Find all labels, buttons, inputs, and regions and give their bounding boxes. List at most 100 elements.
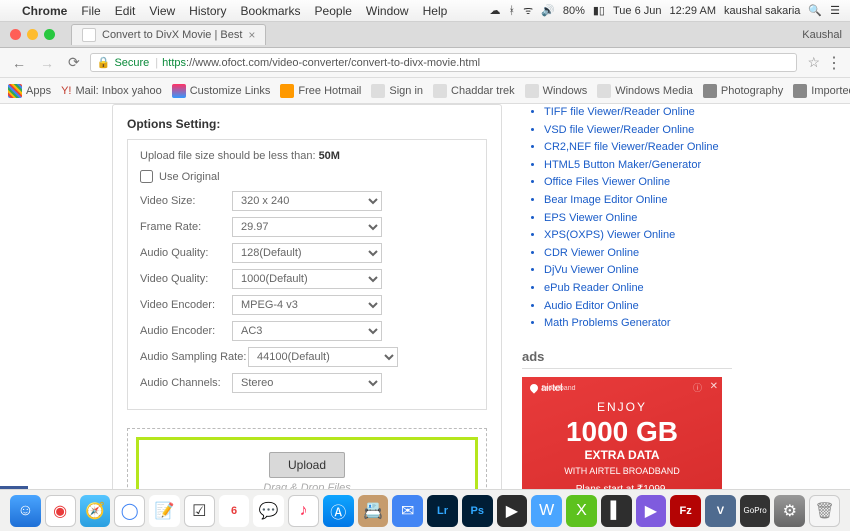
volume-icon[interactable]: 🔊 (541, 4, 555, 17)
dock-filezilla-icon[interactable]: Fz (670, 495, 701, 527)
use-original-checkbox[interactable] (140, 170, 153, 183)
tab-title: Convert to DivX Movie | Best (102, 29, 242, 41)
bluetooth-icon[interactable]: ᚼ (508, 5, 515, 17)
sidebar-link[interactable]: Audio Editor Online (544, 298, 732, 316)
close-window-button[interactable] (10, 29, 21, 40)
upload-button[interactable]: Upload (269, 452, 345, 478)
dock-calendar-icon[interactable]: 6 (219, 495, 250, 527)
dock-safari-icon[interactable]: 🧭 (80, 495, 111, 527)
ad-tagline: WITH AIRTEL BROADBAND (530, 466, 714, 476)
chrome-menu-icon[interactable]: ⋮ (826, 53, 842, 73)
dock-appstore-icon[interactable]: Ⓐ (323, 495, 354, 527)
dock-finder-icon[interactable]: ☺ (10, 495, 41, 527)
menu-help[interactable]: Help (423, 4, 448, 18)
menu-history[interactable]: History (189, 4, 226, 18)
bookmark-star-icon[interactable]: ☆ (807, 54, 820, 71)
ad-headline: 1000 GB (530, 416, 714, 448)
video-quality-select[interactable]: 1000(Default) (232, 269, 382, 289)
dock-vuze-icon[interactable]: V (705, 495, 736, 527)
menubar-time[interactable]: 12:29 AM (670, 5, 716, 17)
audio-quality-select[interactable]: 128(Default) (232, 243, 382, 263)
sidebar-link[interactable]: CDR Viewer Online (544, 245, 732, 263)
bookmark-item[interactable]: Y!Mail: Inbox yahoo (61, 85, 162, 97)
menubar-date[interactable]: Tue 6 Jun (613, 5, 662, 17)
sidebar-link[interactable]: Math Problems Generator (544, 315, 732, 333)
url-rest: ://www.ofoct.com/video-converter/convert… (186, 57, 480, 69)
battery-icon[interactable]: ▮▯ (593, 4, 605, 17)
sidebar-link[interactable]: CR2,NEF file Viewer/Reader Online (544, 139, 732, 157)
menubar-app[interactable]: Chrome (22, 4, 67, 18)
bookmark-item[interactable]: Windows Media (597, 84, 693, 98)
ad-enjoy: ENJOY (530, 400, 714, 414)
dock-mail-icon[interactable]: ✉ (392, 495, 423, 527)
address-bar[interactable]: 🔒 Secure | https://www.ofoct.com/video-c… (90, 53, 798, 72)
chrome-profile-badge[interactable]: Kaushal (802, 29, 842, 41)
dock-youtube-icon[interactable]: ▶ (636, 495, 667, 527)
ad-brand-sub: broadband (542, 385, 714, 392)
sidebar-link[interactable]: XPS(OXPS) Viewer Online (544, 227, 732, 245)
upload-dropzone[interactable]: Upload Drag & Drop Files (127, 428, 487, 489)
dock-word-icon[interactable]: W (531, 495, 562, 527)
reload-button[interactable]: ⟳ (64, 54, 84, 71)
dock-notes-icon[interactable]: 📝 (149, 495, 180, 527)
browser-tab[interactable]: Convert to DivX Movie | Best × (71, 24, 266, 45)
dock-trash-icon[interactable]: 🗑 (809, 495, 840, 527)
minimize-window-button[interactable] (27, 29, 38, 40)
sampling-rate-select[interactable]: 44100(Default) (248, 347, 398, 367)
ad-banner[interactable]: ⓘ ✕ airtel broadband ENJOY 1000 GB EXTRA… (522, 377, 722, 489)
tab-close-icon[interactable]: × (248, 28, 255, 42)
frame-rate-select[interactable]: 29.97 (232, 217, 382, 237)
menubar-user[interactable]: kaushal sakaria (724, 5, 800, 17)
sidebar-link[interactable]: DjVu Viewer Online (544, 262, 732, 280)
options-box: Upload file size should be less than: 50… (127, 139, 487, 410)
sidebar-link[interactable]: VSD file Viewer/Reader Online (544, 122, 732, 140)
use-original-row: Use Original (140, 170, 474, 183)
chrome-tab-bar: Convert to DivX Movie | Best × Kaushal (0, 22, 850, 48)
menu-people[interactable]: People (315, 4, 352, 18)
dock-settings-icon[interactable]: ⚙ (774, 495, 805, 527)
dock-siri-icon[interactable]: ◉ (45, 495, 76, 527)
wifi-icon[interactable]: ᯤ (523, 3, 533, 18)
menu-window[interactable]: Window (366, 4, 409, 18)
dock-contacts-icon[interactable]: 📇 (358, 495, 389, 527)
sidebar-link[interactable]: TIFF file Viewer/Reader Online (544, 104, 732, 122)
video-size-select[interactable]: 320 x 240 (232, 191, 382, 211)
bookmark-item[interactable]: Customize Links (172, 84, 271, 98)
audio-encoder-select[interactable]: AC3 (232, 321, 382, 341)
bookmark-item[interactable]: Sign in (371, 84, 423, 98)
menu-bookmarks[interactable]: Bookmarks (241, 4, 301, 18)
menu-edit[interactable]: Edit (115, 4, 136, 18)
dock-photoshop-icon[interactable]: Ps (462, 495, 493, 527)
back-button[interactable]: ← (8, 55, 30, 71)
search-icon[interactable]: 🔍 (808, 4, 822, 17)
menu-view[interactable]: View (149, 4, 175, 18)
bookmark-item[interactable]: Imported From IE (793, 84, 850, 98)
dock-excel-icon[interactable]: X (566, 495, 597, 527)
bookmark-item[interactable]: Chaddar trek (433, 84, 515, 98)
video-size-label: Video Size: (140, 195, 232, 207)
bookmark-item[interactable]: Windows (525, 84, 588, 98)
dock-messages-icon[interactable]: 💬 (253, 495, 284, 527)
dock-gopro-icon[interactable]: GoPro (740, 495, 771, 527)
sidebar-link[interactable]: EPS Viewer Online (544, 210, 732, 228)
bookmark-item[interactable]: Free Hotmail (280, 84, 361, 98)
dock-lightroom-icon[interactable]: Lr (427, 495, 458, 527)
audio-channels-select[interactable]: Stereo (232, 373, 382, 393)
menu-file[interactable]: File (81, 4, 100, 18)
frame-rate-label: Frame Rate: (140, 221, 232, 233)
dock-reminders-icon[interactable]: ☑ (184, 495, 215, 527)
dock-music-icon[interactable]: ♪ (288, 495, 319, 527)
video-encoder-select[interactable]: MPEG-4 v3 (232, 295, 382, 315)
dock-chrome-icon[interactable]: ◯ (114, 495, 145, 527)
sync-icon[interactable]: ☁ (489, 4, 500, 17)
sidebar-link[interactable]: Bear Image Editor Online (544, 192, 732, 210)
sidebar-link[interactable]: HTML5 Button Maker/Generator (544, 157, 732, 175)
sidebar-link[interactable]: ePub Reader Online (544, 280, 732, 298)
notifications-icon[interactable]: ☰ (830, 4, 840, 17)
dock-videoconverter-icon[interactable]: ▶ (497, 495, 528, 527)
bookmark-apps[interactable]: Apps (8, 84, 51, 98)
maximize-window-button[interactable] (44, 29, 55, 40)
sidebar-link[interactable]: Office Files Viewer Online (544, 174, 732, 192)
bookmark-item[interactable]: Photography (703, 84, 783, 98)
dock-terminal-icon[interactable]: ▌ (601, 495, 632, 527)
